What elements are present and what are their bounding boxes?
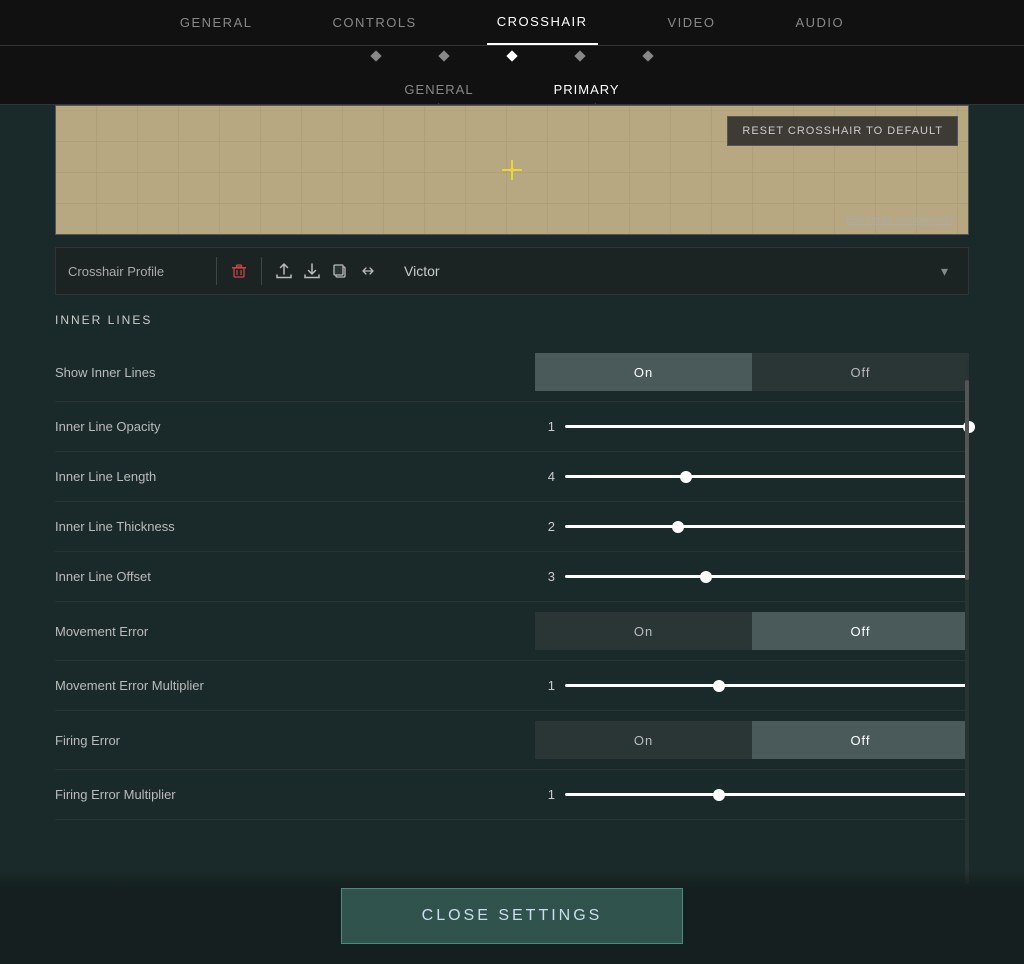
firing-error-multiplier-label: Firing Error Multiplier xyxy=(55,787,535,802)
show-inner-lines-toggle: On Off xyxy=(535,353,969,391)
nav-general[interactable]: GENERAL xyxy=(170,0,263,45)
show-inner-lines-row: Show Inner Lines On Off xyxy=(55,343,969,402)
movement-error-multiplier-control: 1 xyxy=(535,678,969,693)
movement-error-row: Movement Error On Off xyxy=(55,602,969,661)
firing-error-row: Firing Error On Off xyxy=(55,711,969,770)
nav-crosshair[interactable]: CROSSHAIR xyxy=(487,0,598,45)
diamond-video xyxy=(574,50,585,61)
firing-error-multiplier-value: 1 xyxy=(535,787,555,802)
inner-line-opacity-row: Inner Line Opacity 1 xyxy=(55,402,969,452)
profile-label: Crosshair Profile xyxy=(68,264,208,279)
inner-line-offset-row: Inner Line Offset 3 xyxy=(55,552,969,602)
preview-area: RESET CROSSHAIR TO DEFAULT Elements misa… xyxy=(55,105,969,235)
inner-line-length-slider[interactable] xyxy=(565,475,969,478)
inner-line-opacity-value: 1 xyxy=(535,419,555,434)
firing-error-multiplier-row: Firing Error Multiplier 1 xyxy=(55,770,969,820)
elements-misaligned: Elements misaligned? xyxy=(846,214,954,226)
inner-line-offset-label: Inner Line Offset xyxy=(55,569,535,584)
diamond-audio xyxy=(642,50,653,61)
profile-bar: Crosshair Profile xyxy=(55,247,969,295)
movement-error-off[interactable]: Off xyxy=(752,612,969,650)
sub-tabs: GENERAL PRIMARY xyxy=(0,66,1024,105)
firing-error-on[interactable]: On xyxy=(535,721,752,759)
crosshair-center xyxy=(510,168,514,172)
inner-line-thickness-label: Inner Line Thickness xyxy=(55,519,535,534)
inner-line-thickness-slider[interactable] xyxy=(565,525,969,528)
firing-error-multiplier-slider[interactable] xyxy=(565,793,969,796)
scrollbar-thumb[interactable] xyxy=(965,380,969,580)
inner-line-length-value: 4 xyxy=(535,469,555,484)
close-btn-wrapper: CLOSE SETTINGS xyxy=(0,870,1024,964)
firing-error-control: On Off xyxy=(535,721,969,759)
show-inner-lines-label: Show Inner Lines xyxy=(55,365,535,380)
top-nav: GENERAL CONTROLS CROSSHAIR VIDEO AUDIO xyxy=(0,0,1024,46)
firing-error-toggle: On Off xyxy=(535,721,969,759)
movement-error-control: On Off xyxy=(535,612,969,650)
firing-error-multiplier-thumb[interactable] xyxy=(713,789,725,801)
movement-error-multiplier-label: Movement Error Multiplier xyxy=(55,678,535,693)
inner-line-length-row: Inner Line Length 4 xyxy=(55,452,969,502)
inner-line-thickness-thumb[interactable] xyxy=(672,521,684,533)
nav-controls[interactable]: CONTROLS xyxy=(322,0,426,45)
settings-content: INNER LINES Show Inner Lines On Off Inne… xyxy=(55,313,969,820)
download-icon xyxy=(303,262,321,280)
inner-line-opacity-slider[interactable] xyxy=(565,425,969,428)
inner-line-offset-slider[interactable] xyxy=(565,575,969,578)
inner-line-thickness-control: 2 xyxy=(535,519,969,534)
show-inner-lines-control: On Off xyxy=(535,353,969,391)
inner-line-offset-control: 3 xyxy=(535,569,969,584)
firing-error-label: Firing Error xyxy=(55,733,535,748)
inner-line-opacity-label: Inner Line Opacity xyxy=(55,419,535,434)
delete-profile-button[interactable] xyxy=(225,257,253,285)
movement-error-multiplier-thumb[interactable] xyxy=(713,680,725,692)
show-inner-lines-off[interactable]: Off xyxy=(752,353,969,391)
movement-error-toggle: On Off xyxy=(535,612,969,650)
settings-rows: Show Inner Lines On Off Inner Line Opaci… xyxy=(55,343,969,820)
inner-line-length-thumb[interactable] xyxy=(680,471,692,483)
profile-name-area: Victor ▾ xyxy=(394,257,956,285)
scrollbar-track xyxy=(965,360,969,884)
copy-profile-button[interactable] xyxy=(326,257,354,285)
icon-divider xyxy=(261,257,262,285)
crosshair-preview xyxy=(502,160,522,180)
sub-tabs-container: GENERAL PRIMARY xyxy=(0,66,1024,105)
movement-error-multiplier-slider[interactable] xyxy=(565,684,969,687)
diamond-general xyxy=(370,50,381,61)
show-inner-lines-on[interactable]: On xyxy=(535,353,752,391)
inner-line-length-control: 4 xyxy=(535,469,969,484)
upload-profile-button[interactable] xyxy=(270,257,298,285)
inner-line-length-label: Inner Line Length xyxy=(55,469,535,484)
close-settings-button[interactable]: CLOSE SETTINGS xyxy=(341,888,684,944)
nav-audio[interactable]: AUDIO xyxy=(785,0,854,45)
paste-profile-button[interactable] xyxy=(354,257,382,285)
upload-icon xyxy=(275,262,293,280)
firing-error-multiplier-control: 1 xyxy=(535,787,969,802)
diamond-row xyxy=(0,46,1024,66)
inner-lines-title: INNER LINES xyxy=(55,313,969,327)
diamond-crosshair xyxy=(506,50,517,61)
subtab-general[interactable]: GENERAL xyxy=(364,74,513,105)
movement-error-label: Movement Error xyxy=(55,624,535,639)
inner-line-offset-value: 3 xyxy=(535,569,555,584)
import-export-icon xyxy=(360,263,376,279)
copy-icon xyxy=(332,263,348,279)
inner-line-thickness-row: Inner Line Thickness 2 xyxy=(55,502,969,552)
movement-error-multiplier-row: Movement Error Multiplier 1 xyxy=(55,661,969,711)
nav-video[interactable]: VIDEO xyxy=(658,0,726,45)
download-profile-button[interactable] xyxy=(298,257,326,285)
subtab-primary[interactable]: PRIMARY xyxy=(514,74,660,105)
dropdown-arrow-icon: ▾ xyxy=(941,263,948,280)
firing-error-off[interactable]: Off xyxy=(752,721,969,759)
movement-error-on[interactable]: On xyxy=(535,612,752,650)
reset-crosshair-button[interactable]: RESET CROSSHAIR TO DEFAULT xyxy=(727,116,958,146)
inner-line-offset-thumb[interactable] xyxy=(700,571,712,583)
profile-divider xyxy=(216,257,217,285)
inner-line-thickness-value: 2 xyxy=(535,519,555,534)
profile-select[interactable]: Victor xyxy=(394,257,941,285)
movement-error-multiplier-value: 1 xyxy=(535,678,555,693)
inner-line-opacity-control: 1 xyxy=(535,419,969,434)
diamond-controls xyxy=(438,50,449,61)
trash-icon xyxy=(231,263,247,279)
